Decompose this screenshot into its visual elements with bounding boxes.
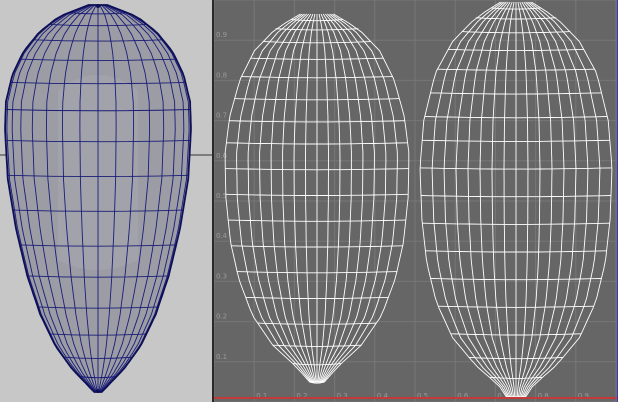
bottom-pole-vertex	[96, 389, 100, 393]
v-tick-label: 0.2	[216, 313, 227, 321]
perspective-viewport[interactable]	[0, 0, 212, 402]
v-tick-label: 0.9	[216, 31, 227, 39]
uv-texture-editor[interactable]: 0.10.20.30.40.50.60.70.80.90.10.20.30.40…	[214, 0, 618, 402]
uv-layout-workspace: 0.10.20.30.40.50.60.70.80.90.10.20.30.40…	[0, 0, 618, 402]
top-pole-vertex	[96, 4, 100, 8]
perspective-canvas[interactable]	[0, 0, 212, 402]
v-tick-label: 0.1	[216, 353, 227, 361]
uv-canvas[interactable]: 0.10.20.30.40.50.60.70.80.90.10.20.30.40…	[214, 0, 618, 402]
v-tick-label: 0.4	[216, 232, 228, 240]
v-tick-label: 0.3	[216, 272, 227, 280]
v-tick-label: 0.6	[216, 152, 228, 160]
v-tick-label: 0.7	[216, 112, 227, 120]
v-tick-label: 0.8	[216, 71, 227, 79]
